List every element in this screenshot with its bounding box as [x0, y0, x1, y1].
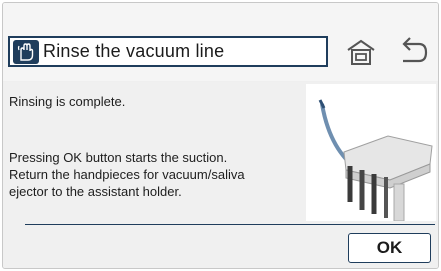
instruction-line: ejector to the assistant holder.: [9, 184, 182, 199]
home-icon: [347, 39, 375, 65]
ok-button[interactable]: OK: [348, 233, 431, 263]
back-button[interactable]: [391, 33, 435, 69]
instruction-line: Return the handpieces for vacuum/saliva: [9, 167, 245, 182]
page-title: Rinse the vacuum line: [43, 41, 225, 61]
instruction-text: Pressing OK button starts the suction. R…: [9, 149, 299, 200]
status-message: Rinsing is complete.: [9, 94, 126, 109]
content-panel: Rinsing is complete. Pressing OK button …: [3, 82, 438, 268]
instruction-line: Pressing OK button starts the suction.: [9, 150, 228, 165]
back-arrow-icon: [402, 37, 428, 63]
home-button[interactable]: [335, 35, 387, 69]
header-bar: Rinse the vacuum line: [3, 3, 438, 81]
title-box: Rinse the vacuum line: [8, 36, 328, 67]
dialog-window: Rinse the vacuum line Rinsing is complet…: [2, 2, 439, 269]
divider-line: [25, 224, 435, 225]
assistant-holder-illustration: [306, 84, 436, 222]
hand-rinse-icon: [13, 39, 39, 64]
